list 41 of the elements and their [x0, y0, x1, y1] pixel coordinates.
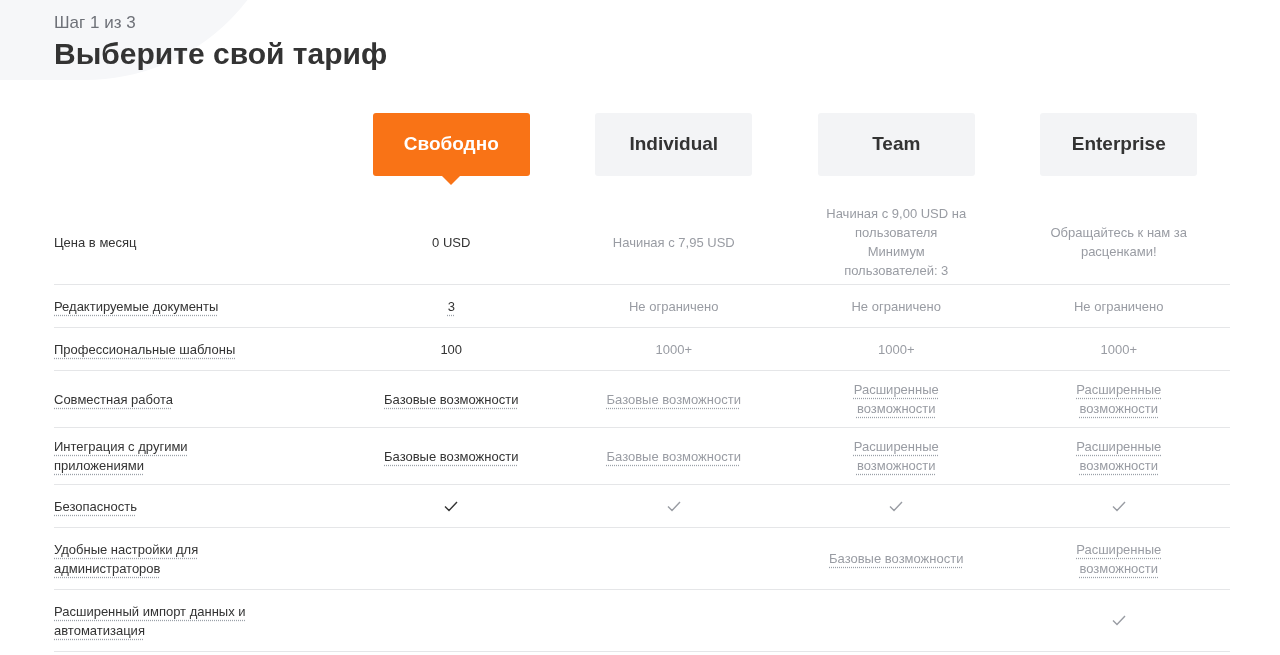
feature-label: Расширенный импорт данных и автоматизация: [54, 602, 247, 640]
cell-value: Не ограничено: [851, 297, 941, 316]
cell-value: Расширенные возможности: [1075, 381, 1163, 418]
feature-label: Профессиональные шаблоны: [54, 340, 236, 359]
feature-label: Безопасность: [54, 497, 137, 516]
cell-value: 100: [440, 340, 463, 359]
feature-label: Интеграция с другими приложениями: [54, 438, 189, 475]
feature-label: Совместная работа: [54, 390, 173, 409]
cell-value: 1000+: [655, 340, 692, 359]
cell-value: Базовые возможности: [606, 390, 741, 409]
step-indicator: Шаг 1 из 3: [54, 12, 137, 34]
plan-tab[interactable]: Individual: [595, 113, 753, 176]
check-icon: [666, 500, 681, 512]
feature-label: Редактируемые документы: [54, 297, 219, 316]
cell-value: Расширенные возможности: [852, 381, 940, 418]
plan-tab[interactable]: Team: [817, 113, 975, 176]
cell-value: 3: [447, 297, 455, 316]
cell-value: 1000+: [878, 340, 915, 359]
plan-tab[interactable]: Enterprise: [1040, 113, 1198, 176]
tab-pointer: [442, 176, 461, 185]
check-icon: [1111, 500, 1126, 512]
cell-value: Расширенные возможности: [1075, 540, 1163, 578]
cell-value: Базовые возможности: [384, 390, 519, 409]
cell-value: 1000+: [1100, 340, 1137, 359]
cell-value: Расширенные возможности: [1075, 438, 1163, 475]
page-title: Выберите свой тариф: [54, 36, 388, 72]
cell-value: Не ограничено: [1074, 297, 1164, 316]
feature-label: Удобные настройки для администраторов: [54, 540, 200, 578]
cell-value: Базовые возможности: [829, 550, 964, 568]
cell-value: 0 USD: [432, 233, 471, 252]
check-icon: [1111, 615, 1126, 626]
cell-value: Обращайтесь к нам за расценками!: [1049, 224, 1189, 261]
cell-value: Расширенные возможности: [852, 438, 940, 475]
cell-value: Базовые возможности: [384, 447, 519, 466]
cell-value: Не ограничено: [629, 297, 719, 316]
cell-value: Базовые возможности: [606, 447, 741, 466]
feature-label: Цена в месяц: [54, 233, 137, 252]
cell-value: Начиная с 7,95 USD: [612, 233, 735, 252]
cell-value: Начиная с 9,00 USD на пользователя Минимум пользователей: 3: [826, 205, 967, 280]
check-icon: [444, 500, 459, 512]
check-icon: [889, 500, 904, 512]
